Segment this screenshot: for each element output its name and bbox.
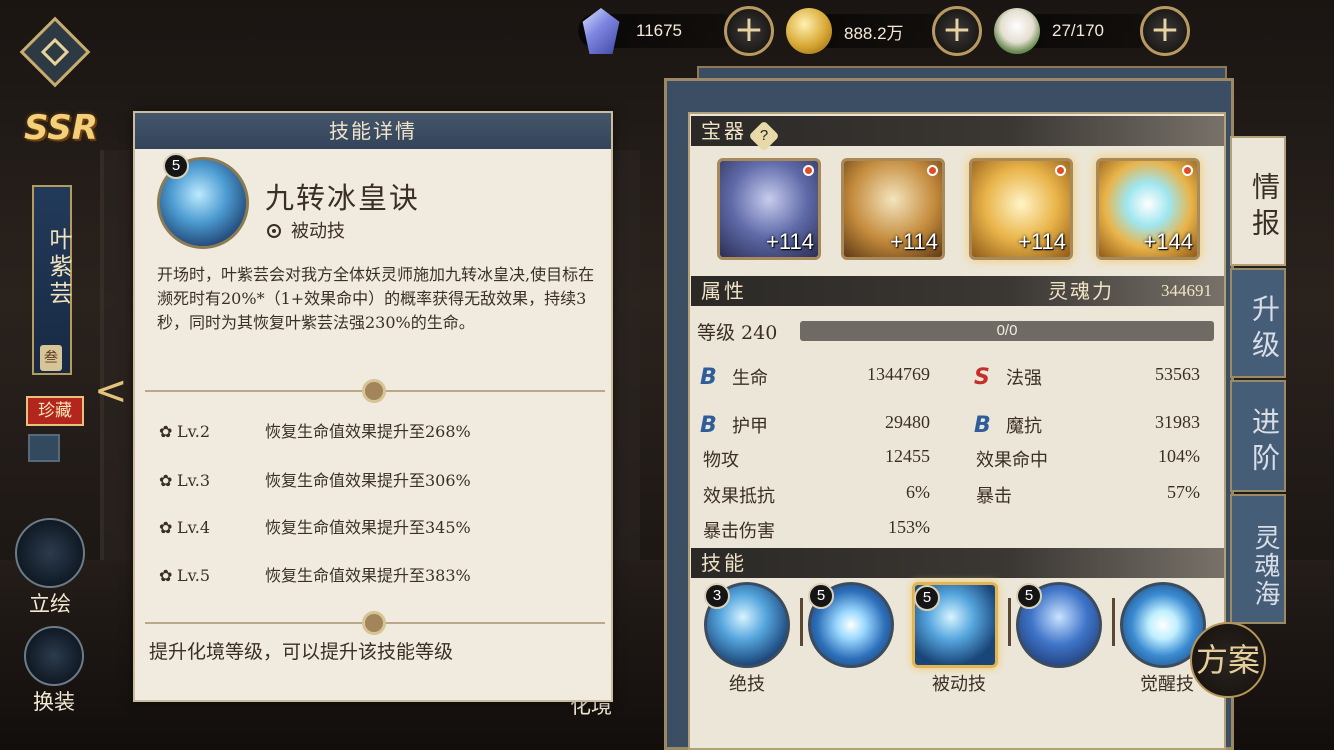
divider bbox=[145, 611, 605, 635]
outfit-label: 换装 bbox=[33, 690, 75, 714]
skill-level-badge: 5 bbox=[914, 585, 940, 611]
plan-button[interactable]: 方案 bbox=[1190, 622, 1266, 698]
level-row: ✿ Lv.2 恢复生命值效果提升至268% bbox=[159, 422, 471, 441]
collect-tag[interactable]: 珍藏 bbox=[26, 396, 84, 426]
slot-icon[interactable] bbox=[28, 434, 60, 462]
chevron-left-icon[interactable]: < bbox=[94, 368, 128, 414]
skill-level-badge: 5 bbox=[163, 153, 189, 179]
skill-type: 被动技 bbox=[267, 217, 345, 243]
separator bbox=[800, 598, 803, 646]
clover-icon: ✿ bbox=[159, 566, 173, 585]
crystal-resource: 11675 bbox=[578, 8, 738, 54]
steamed-bun-icon bbox=[994, 8, 1040, 54]
skill-detail-popup: 技能详情 5 九转冰皇诀 被动技 开场时，叶紫芸会对我方全体妖灵师施加九转冰皇决… bbox=[133, 111, 613, 702]
skill-label: 绝技 bbox=[729, 674, 765, 695]
gold-resource: 888.2万 bbox=[786, 8, 946, 54]
attributes-header: 属性 灵魂力 344691 bbox=[691, 276, 1224, 306]
gold-coin-icon bbox=[786, 8, 832, 54]
soul-power-label: 灵魂力 bbox=[1048, 279, 1114, 303]
skills-header: 技能 bbox=[691, 548, 1224, 578]
equip-slot-headband[interactable]: +114 bbox=[841, 158, 945, 260]
portrait-label: 立绘 bbox=[29, 592, 71, 616]
stamina-resource: 27/170 bbox=[994, 8, 1154, 54]
help-icon[interactable]: ? bbox=[748, 120, 780, 152]
soul-power-value: 344691 bbox=[1161, 281, 1212, 300]
target-icon bbox=[267, 224, 281, 238]
separator bbox=[1008, 598, 1011, 646]
notification-dot bbox=[803, 165, 814, 176]
stamina-add-button[interactable]: + bbox=[1140, 6, 1190, 56]
skill-upgrade-hint: 提升化境等级，可以提升该技能等级 bbox=[149, 641, 454, 663]
rarity-label: SSR bbox=[24, 108, 98, 148]
skill-level-badge: 5 bbox=[808, 583, 834, 609]
equip-slot-orb[interactable]: +144 bbox=[1096, 158, 1200, 260]
skill-label: 被动技 bbox=[932, 674, 986, 695]
level-row: ✿ Lv.5 恢复生命值效果提升至383% bbox=[159, 566, 471, 585]
treasure-header: 宝器? bbox=[691, 116, 1224, 152]
equip-slot-boots[interactable]: +114 bbox=[969, 158, 1073, 260]
outfit-button[interactable]: 换装 bbox=[14, 626, 94, 716]
tab-advance[interactable]: 进阶 bbox=[1230, 380, 1286, 492]
notification-dot bbox=[1055, 165, 1066, 176]
divider bbox=[145, 379, 605, 403]
notification-dot bbox=[1182, 165, 1193, 176]
rank-chip: 叁 bbox=[40, 345, 62, 371]
outfit-icon bbox=[24, 626, 84, 686]
equip-slot-robe[interactable]: +114 bbox=[717, 158, 821, 260]
gold-add-button[interactable]: + bbox=[932, 6, 982, 56]
tab-upgrade[interactable]: 升级 bbox=[1230, 268, 1286, 378]
exp-bar: 0/0 bbox=[800, 321, 1214, 341]
crystal-count: 11675 bbox=[636, 21, 683, 40]
skill-level-badge: 3 bbox=[704, 583, 730, 609]
back-button[interactable] bbox=[18, 15, 92, 89]
crystal-add-button[interactable]: + bbox=[724, 6, 774, 56]
skill-name: 九转冰皇诀 bbox=[265, 181, 421, 215]
portrait-icon bbox=[15, 518, 85, 588]
separator bbox=[1112, 598, 1115, 646]
skill-level-badge: 5 bbox=[1016, 583, 1042, 609]
tab-info[interactable]: 情报 bbox=[1230, 136, 1286, 266]
stamina-count: 27/170 bbox=[1052, 21, 1104, 40]
level-label: 等级 240 bbox=[697, 322, 778, 344]
skill-description: 开场时，叶紫芸会对我方全体妖灵师施加九转冰皇决,使目标在濒死时有20%*（1+效… bbox=[157, 265, 595, 332]
portrait-button[interactable]: 立绘 bbox=[10, 518, 90, 618]
clover-icon: ✿ bbox=[159, 471, 173, 490]
character-name: 叶紫芸 bbox=[45, 227, 71, 308]
tab-soul-sea[interactable]: 灵魂海 bbox=[1230, 494, 1286, 624]
clover-icon: ✿ bbox=[159, 518, 173, 537]
level-row: ✿ Lv.3 恢复生命值效果提升至306% bbox=[159, 471, 471, 490]
clover-icon: ✿ bbox=[159, 422, 173, 441]
level-row: ✿ Lv.4 恢复生命值效果提升至345% bbox=[159, 518, 471, 537]
gold-count: 888.2万 bbox=[844, 23, 904, 43]
skill-detail-title: 技能详情 bbox=[135, 113, 611, 149]
notification-dot bbox=[927, 165, 938, 176]
